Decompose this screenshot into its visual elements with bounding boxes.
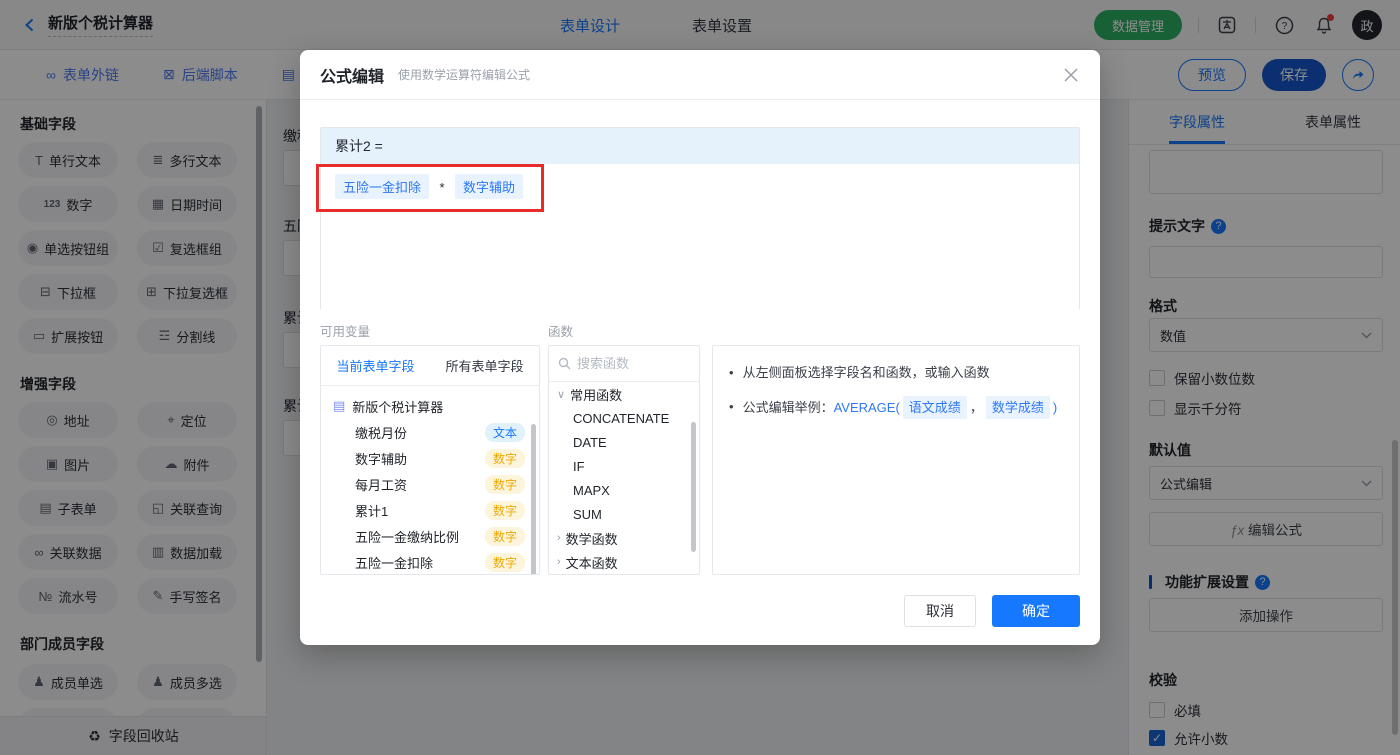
modal-title: 公式编辑 (320, 68, 385, 86)
formula-edit-modal: 公式编辑 使用数学运算符编辑公式 累计2 = 五险一金扣除 * 数字辅助 可用变… (300, 50, 1100, 645)
function-item[interactable]: IF (549, 454, 699, 478)
variable-row[interactable]: 每月工资 数字 (321, 471, 539, 497)
tip-example-line: • 公式编辑举例：AVERAGE(语文成绩，数学成绩) (727, 396, 1065, 419)
type-badge-text: 文本 (484, 422, 525, 442)
tips-panel: • 从左侧面板选择字段名和函数，或输入函数 • 公式编辑举例：AVERAGE(语… (712, 345, 1080, 575)
function-item[interactable]: MAPX (549, 478, 699, 502)
variable-row[interactable]: 五险一金扣除 数字 (321, 549, 539, 574)
chevron-expanded-icon: ∨ (557, 388, 566, 401)
example-field-chip: 数学成绩 (985, 396, 1050, 419)
close-button[interactable] (1060, 64, 1082, 86)
variables-panel: 当前表单字段 所有表单字段 ▤ 新版个税计算器 缴税月份 文本 数字辅助 数字 … (320, 345, 540, 575)
type-badge-number: 数字 (484, 474, 525, 494)
form-doc-icon: ▤ (333, 398, 346, 413)
formula-editor: 累计2 = 五险一金扣除 * 数字辅助 (320, 127, 1080, 310)
chevron-collapsed-icon: › (557, 532, 561, 544)
tab-all-form-fields[interactable]: 所有表单字段 (445, 356, 523, 375)
variable-row[interactable]: 数字辅助 数字 (321, 445, 539, 471)
functions-section-label: 函数 (548, 325, 574, 339)
function-search-input[interactable] (577, 356, 677, 371)
function-group-common[interactable]: ∨ 常用函数 (549, 382, 699, 406)
variables-section-label: 可用变量 (320, 325, 371, 339)
modal-header: 公式编辑 使用数学运算符编辑公式 (300, 50, 1100, 100)
type-badge-number: 数字 (484, 448, 525, 468)
cancel-button[interactable]: 取消 (904, 595, 976, 627)
annotation-red-box (316, 164, 544, 212)
function-item[interactable]: DATE (549, 430, 699, 454)
variables-scrollbar[interactable] (531, 424, 536, 574)
modal-footer: 取消 确定 (904, 595, 1080, 627)
chevron-collapsed-icon: › (557, 556, 561, 568)
function-search (549, 346, 699, 382)
search-icon (558, 357, 571, 370)
close-icon (1064, 68, 1078, 82)
variable-row[interactable]: 五险一金缴纳比例 数字 (321, 523, 539, 549)
example-field-chip: 语文成绩 (902, 396, 967, 419)
type-badge-number: 数字 (484, 552, 525, 572)
function-item[interactable]: SUM (549, 502, 699, 526)
variables-tabs: 当前表单字段 所有表单字段 (321, 346, 539, 386)
function-group-text[interactable]: › 文本函数 (549, 550, 699, 574)
modal-subtitle: 使用数学运算符编辑公式 (398, 68, 531, 82)
type-badge-number: 数字 (484, 500, 525, 520)
variables-root-row[interactable]: ▤ 新版个税计算器 (321, 393, 539, 419)
app-root: 新版个税计算器 表单设计 表单设置 数据管理 ? 政 ∞ 表单外链 ⊠ 后端脚本… (0, 0, 1400, 755)
variable-row[interactable]: 缴税月份 文本 (321, 419, 539, 445)
formula-target: 累计2 = (321, 128, 1079, 164)
variable-row[interactable]: 累计1 数字 (321, 497, 539, 523)
confirm-button[interactable]: 确定 (992, 595, 1080, 627)
functions-panel: ∨ 常用函数 CONCATENATE DATE IF MAPX SUM › 数学… (548, 345, 700, 575)
variables-tree: ▤ 新版个税计算器 缴税月份 文本 数字辅助 数字 每月工资 数字 累计1 数字… (321, 386, 539, 574)
tab-current-form-fields[interactable]: 当前表单字段 (336, 356, 414, 375)
function-group-math[interactable]: › 数学函数 (549, 526, 699, 550)
function-item[interactable]: CONCATENATE (549, 406, 699, 430)
tip-line: • 从左侧面板选择字段名和函数，或输入函数 (729, 365, 990, 380)
functions-scrollbar[interactable] (691, 422, 696, 552)
type-badge-number: 数字 (484, 526, 525, 546)
